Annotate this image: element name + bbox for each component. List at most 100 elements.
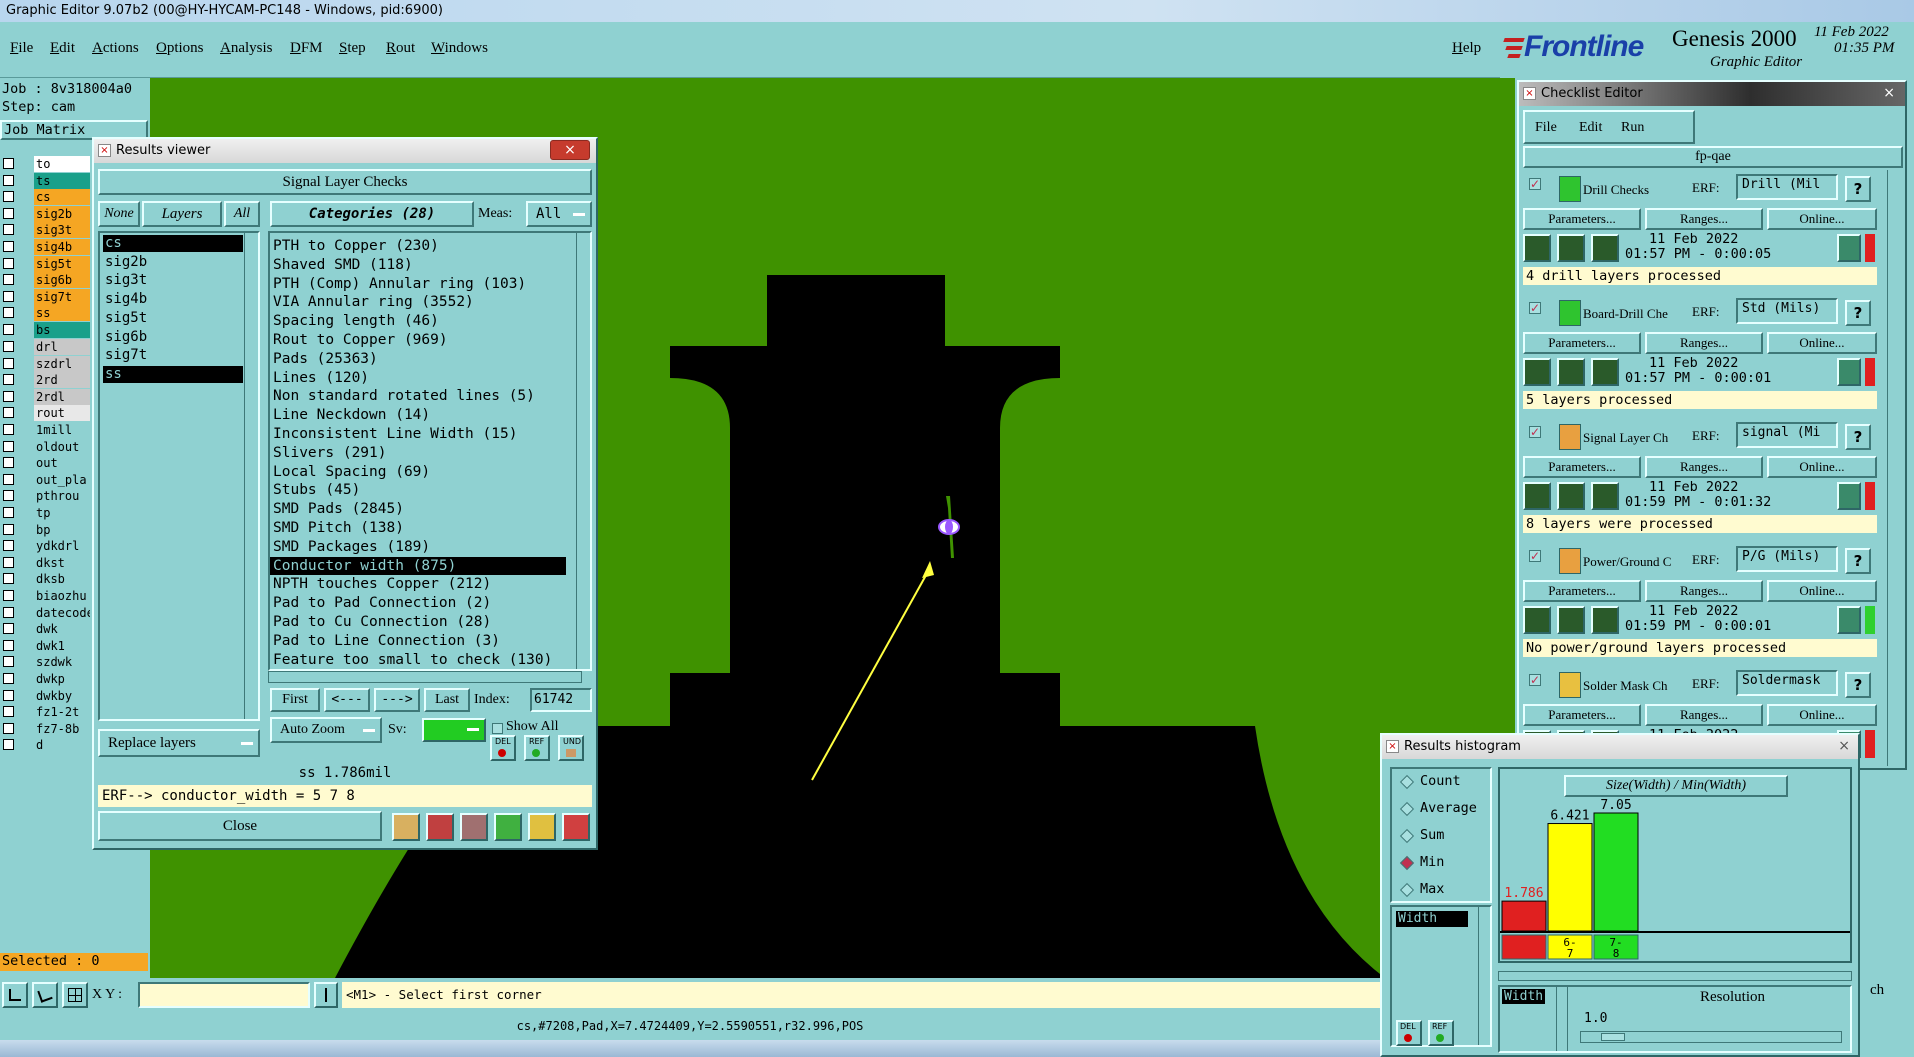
layer-checkbox[interactable] bbox=[3, 390, 14, 402]
layer-checkbox[interactable] bbox=[3, 673, 14, 684]
mode-count[interactable]: Count bbox=[1399, 773, 1502, 793]
layer-checkbox[interactable] bbox=[3, 440, 14, 452]
help-button[interactable]: ? bbox=[1845, 424, 1871, 450]
menu-actions[interactable]: Actions bbox=[92, 40, 139, 57]
index-input[interactable]: 61742 bbox=[530, 688, 592, 712]
category-item[interactable]: Lines (120) bbox=[270, 369, 566, 387]
category-item[interactable]: SMD Pitch (138) bbox=[270, 519, 566, 537]
run-icon[interactable] bbox=[1523, 234, 1551, 262]
menu-analysis[interactable]: Analysis bbox=[220, 40, 273, 57]
layer-checkbox[interactable] bbox=[3, 507, 14, 518]
report-icon[interactable] bbox=[392, 813, 420, 841]
ranges-button[interactable]: Ranges... bbox=[1645, 208, 1763, 230]
next-button[interactable]: ---> bbox=[374, 688, 420, 712]
layer-list-item[interactable]: ss bbox=[103, 365, 243, 383]
layers-button[interactable]: Layers bbox=[142, 201, 222, 227]
help-button[interactable]: ? bbox=[1845, 548, 1871, 574]
stop-icon[interactable] bbox=[1591, 482, 1619, 510]
mode-min[interactable]: Min bbox=[1399, 854, 1502, 874]
category-item[interactable]: Feature too small to check (130) bbox=[270, 651, 566, 669]
checklist-menu-edit[interactable]: Edit bbox=[1579, 120, 1602, 136]
menu-step[interactable]: Step bbox=[339, 40, 366, 57]
category-item[interactable]: Non standard rotated lines (5) bbox=[270, 387, 566, 405]
category-item[interactable]: Stubs (45) bbox=[270, 481, 566, 499]
layer-list-scrollbar[interactable] bbox=[244, 233, 258, 719]
close-icon[interactable]: × bbox=[1838, 738, 1850, 754]
layer-checkbox[interactable] bbox=[3, 191, 14, 203]
show-all-checkbox[interactable] bbox=[492, 723, 503, 734]
category-item[interactable]: Pad to Pad Connection (2) bbox=[270, 594, 566, 612]
category-item[interactable]: VIA Annular ring (3552) bbox=[270, 293, 566, 311]
zoom-icon[interactable] bbox=[1837, 606, 1861, 634]
ranges-button[interactable]: Ranges... bbox=[1645, 580, 1763, 602]
layer-checkbox[interactable] bbox=[3, 241, 14, 252]
category-item[interactable]: Line Neckdown (14) bbox=[270, 406, 566, 424]
category-item[interactable]: Rout to Copper (969) bbox=[270, 331, 566, 349]
category-item[interactable]: NPTH touches Copper (212) bbox=[270, 575, 566, 593]
layer-checkbox[interactable] bbox=[3, 623, 14, 635]
layer-list-item[interactable]: cs bbox=[103, 235, 243, 252]
run-icon[interactable] bbox=[1523, 606, 1551, 634]
online-button[interactable]: Online... bbox=[1767, 208, 1877, 230]
run-all-icon[interactable] bbox=[1557, 482, 1585, 510]
prev-button[interactable]: <--- bbox=[324, 688, 370, 712]
erf-select[interactable]: signal (Mi bbox=[1736, 422, 1838, 448]
run-all-icon[interactable] bbox=[1557, 234, 1585, 262]
all-button[interactable]: All bbox=[224, 201, 260, 227]
run-icon[interactable] bbox=[1523, 482, 1551, 510]
online-button[interactable]: Online... bbox=[1767, 704, 1877, 726]
del-button[interactable]: DEL bbox=[1396, 1020, 1422, 1046]
info-icon[interactable] bbox=[314, 982, 338, 1008]
resolution-slider[interactable] bbox=[1580, 1031, 1842, 1043]
layer-checkbox[interactable] bbox=[3, 706, 14, 718]
categories-button[interactable]: Categories (28) bbox=[270, 201, 474, 227]
ranges-button[interactable]: Ranges... bbox=[1645, 332, 1763, 354]
layer-list-item[interactable]: sig6b bbox=[103, 329, 243, 346]
sv-color-select[interactable] bbox=[422, 718, 486, 742]
replace-layers-select[interactable]: Replace layers bbox=[98, 729, 260, 757]
close-icon[interactable]: × bbox=[1883, 85, 1895, 101]
layer-checkbox[interactable] bbox=[3, 158, 14, 169]
layer-list-item[interactable]: sig5t bbox=[103, 310, 243, 327]
zoom-icon[interactable] bbox=[1837, 358, 1861, 386]
category-item[interactable]: Inconsistent Line Width (15) bbox=[270, 425, 566, 443]
layer-checkbox[interactable] bbox=[3, 639, 14, 651]
layer-checkbox[interactable] bbox=[3, 739, 14, 751]
category-item[interactable]: Shaved SMD (118) bbox=[270, 256, 566, 274]
menu-dfm[interactable]: DFM bbox=[290, 40, 323, 57]
mode-max[interactable]: Max bbox=[1399, 881, 1502, 901]
run-icon[interactable] bbox=[1523, 358, 1551, 386]
measure-icon[interactable] bbox=[32, 982, 58, 1008]
ranges-button[interactable]: Ranges... bbox=[1645, 456, 1763, 478]
undo-button[interactable]: UND bbox=[558, 735, 584, 761]
layer-checkbox[interactable] bbox=[3, 457, 14, 469]
help-button[interactable]: ? bbox=[1845, 672, 1871, 698]
help-button[interactable]: ? bbox=[1845, 176, 1871, 202]
check-enabled-checkbox[interactable]: ✓ bbox=[1529, 426, 1541, 438]
layer-checkbox[interactable] bbox=[3, 689, 14, 701]
layer-checkbox[interactable] bbox=[3, 357, 14, 369]
check-enabled-checkbox[interactable]: ✓ bbox=[1529, 674, 1541, 686]
mode-average[interactable]: Average bbox=[1399, 800, 1502, 820]
category-item[interactable]: Local Spacing (69) bbox=[270, 463, 566, 481]
field-scrollbar[interactable] bbox=[1478, 907, 1490, 1045]
layer-checkbox[interactable] bbox=[3, 274, 14, 286]
layer-list-item[interactable]: sig7t bbox=[103, 347, 243, 364]
layer-checkbox[interactable] bbox=[3, 207, 14, 219]
online-button[interactable]: Online... bbox=[1767, 456, 1877, 478]
menu-help[interactable]: Help bbox=[1452, 40, 1481, 57]
parameters-button[interactable]: Parameters... bbox=[1523, 208, 1641, 230]
parameters-button[interactable]: Parameters... bbox=[1523, 704, 1641, 726]
layer-checkbox[interactable] bbox=[3, 523, 14, 535]
layer-checkbox[interactable] bbox=[3, 424, 14, 435]
layer-checkbox[interactable] bbox=[3, 656, 14, 668]
erf-select[interactable]: Soldermask bbox=[1736, 670, 1838, 696]
layer-checkbox[interactable] bbox=[3, 540, 14, 552]
close-icon[interactable]: × bbox=[550, 140, 590, 160]
category-item[interactable]: Pads (25363) bbox=[270, 350, 566, 368]
checklist-menu-file[interactable]: File bbox=[1535, 120, 1557, 136]
checklist-menu-run[interactable]: Run bbox=[1621, 120, 1644, 136]
layer-checkbox[interactable] bbox=[3, 174, 14, 186]
online-button[interactable]: Online... bbox=[1767, 580, 1877, 602]
stop-icon[interactable] bbox=[1591, 606, 1619, 634]
